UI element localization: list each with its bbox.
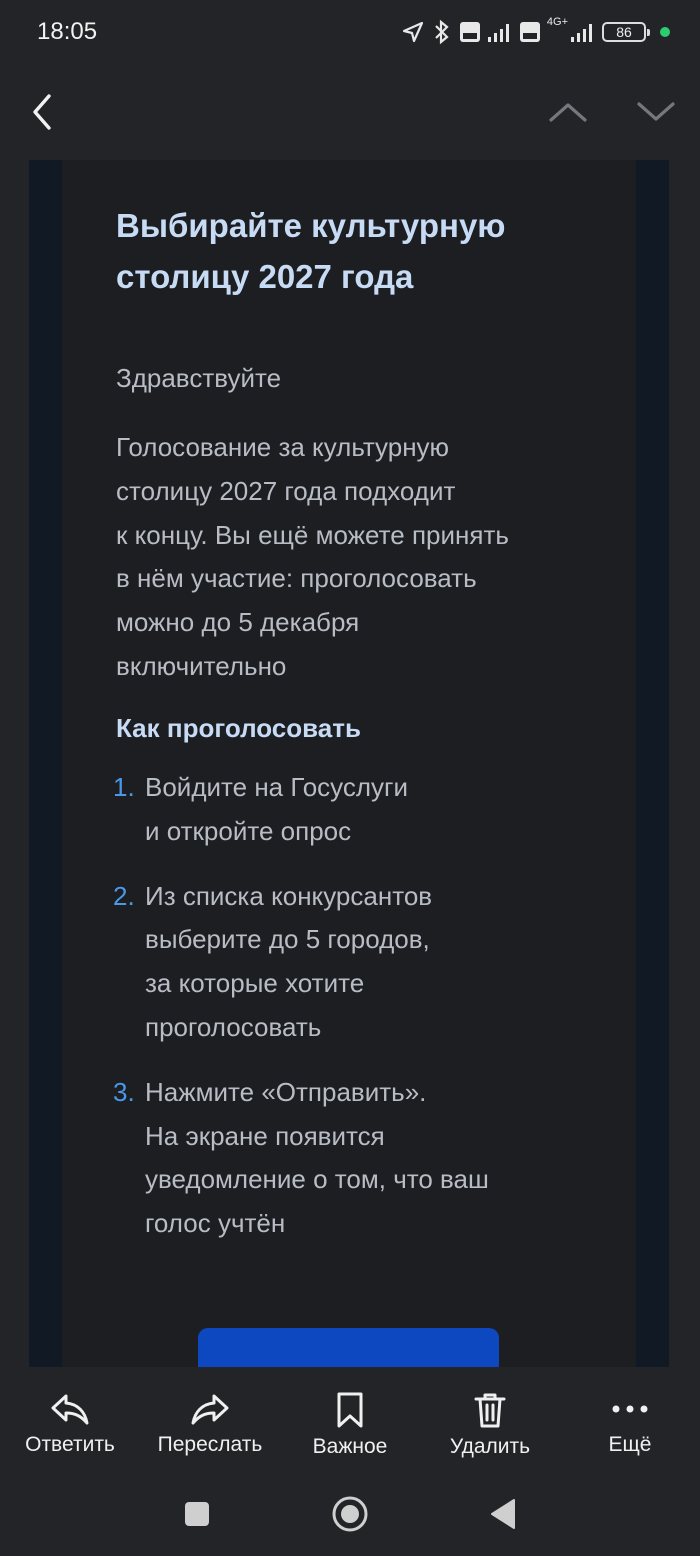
back-button[interactable]: [12, 82, 72, 142]
email-paragraph: Голосование за культурную столицу 2027 г…: [116, 432, 509, 681]
step-text: Войдите на Госуслуги и откройте опрос: [145, 772, 409, 846]
forward-label: Переслать: [157, 1433, 263, 1456]
status-bar: 18:05 4G+ 86: [0, 0, 700, 64]
previous-message-button[interactable]: [538, 82, 598, 142]
steps-list: 1. Войдите на Госуслуги и откройте опрос…: [113, 766, 583, 1267]
battery-icon: 86: [602, 22, 650, 42]
step-number: 1.: [113, 772, 135, 802]
vote-button[interactable]: [198, 1328, 499, 1367]
bottom-action-bar: Ответить Переслать Важное Удалить Ещё: [0, 1367, 700, 1467]
delete-label: Удалить: [449, 1435, 531, 1458]
circle-icon: [332, 1496, 368, 1532]
important-label: Важное: [312, 1435, 388, 1458]
signal-icon: [487, 24, 509, 42]
volte-icon: [519, 22, 540, 42]
more-label: Ещё: [608, 1433, 652, 1456]
privacy-dot: [660, 27, 670, 37]
reply-button[interactable]: Ответить: [0, 1367, 140, 1467]
status-icons: 4G+ 86: [401, 16, 670, 48]
important-button[interactable]: Важное: [280, 1367, 420, 1467]
more-icon: [612, 1405, 648, 1413]
step-item: 2. Из списка конкурсантов выберите до 5 …: [113, 875, 583, 1050]
next-message-button[interactable]: [626, 82, 686, 142]
bookmark-icon: [337, 1392, 363, 1428]
location-arrow-icon: [402, 21, 423, 43]
network-type-label: 4G+: [546, 16, 568, 28]
chevron-left-icon: [33, 94, 51, 130]
volte-icon: [459, 22, 480, 42]
triangle-back-icon: [491, 1499, 515, 1529]
email-body[interactable]: Выбирайте культурную столицу 2027 года З…: [29, 160, 669, 1367]
step-text: Из списка конкурсантов выберите до 5 гор…: [145, 880, 433, 1042]
system-back-button[interactable]: [478, 1489, 528, 1539]
reply-icon: [51, 1394, 89, 1425]
reply-label: Ответить: [25, 1433, 115, 1456]
square-icon: [185, 1502, 209, 1526]
forward-icon: [191, 1394, 229, 1425]
status-time: 18:05: [37, 18, 98, 45]
step-item: 1. Войдите на Госуслуги и откройте опрос: [113, 766, 583, 854]
forward-button[interactable]: Переслать: [140, 1367, 280, 1467]
system-nav-bar: [0, 1467, 700, 1556]
email-subheading: Как проголосовать: [116, 713, 361, 743]
step-text: Нажмите «Отправить». На экране появится …: [145, 1076, 489, 1239]
chevron-up-icon: [549, 103, 587, 122]
step-number: 2.: [113, 880, 135, 911]
home-button[interactable]: [325, 1489, 375, 1539]
delete-button[interactable]: Удалить: [420, 1367, 560, 1467]
chevron-down-icon: [637, 102, 675, 121]
step-number: 3.: [113, 1076, 135, 1107]
trash-icon: [474, 1393, 506, 1428]
signal-icon: [571, 24, 592, 42]
bluetooth-icon: [435, 19, 449, 45]
battery-level: 86: [616, 24, 632, 40]
step-item: 3. Нажмите «Отправить». На экране появит…: [113, 1071, 583, 1246]
email-greeting: Здравствуйте: [116, 363, 282, 393]
email-title: Выбирайте культурную столицу 2027 года: [116, 207, 506, 295]
app-bar: [0, 64, 700, 160]
recents-button[interactable]: [172, 1489, 222, 1539]
more-button[interactable]: Ещё: [560, 1367, 700, 1467]
